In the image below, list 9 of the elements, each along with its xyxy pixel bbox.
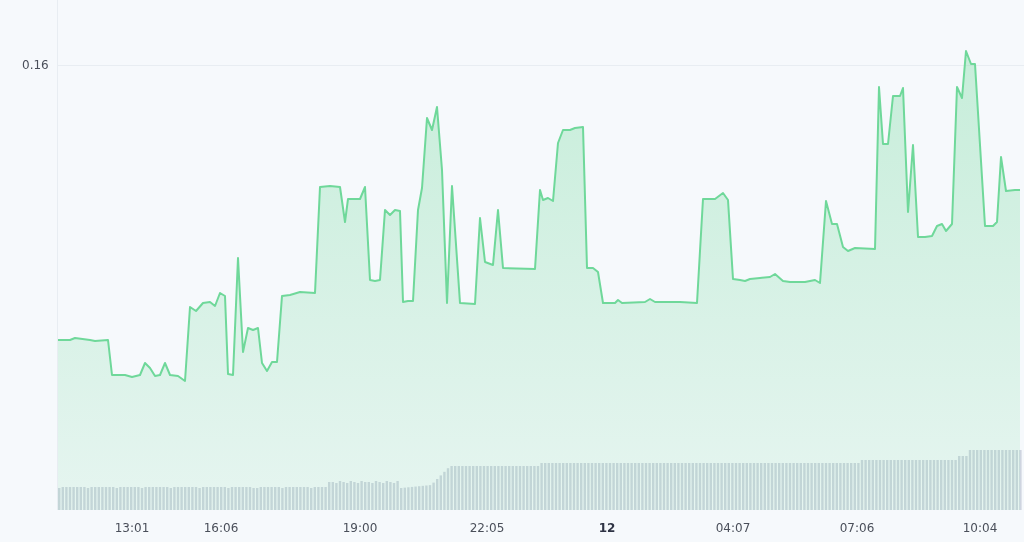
axis-label: 12 — [598, 521, 616, 535]
axis-label: 22:05 — [469, 521, 505, 535]
axis-label: 10:04 — [962, 521, 998, 535]
axis-label: 13:01 — [114, 521, 150, 535]
axis-label: 19:00 — [342, 521, 378, 535]
axis-label: 0.16 — [22, 58, 49, 72]
axis-label: 04:07 — [715, 521, 751, 535]
axis-label: 07:06 — [839, 521, 875, 535]
axis-label: 16:06 — [203, 521, 239, 535]
